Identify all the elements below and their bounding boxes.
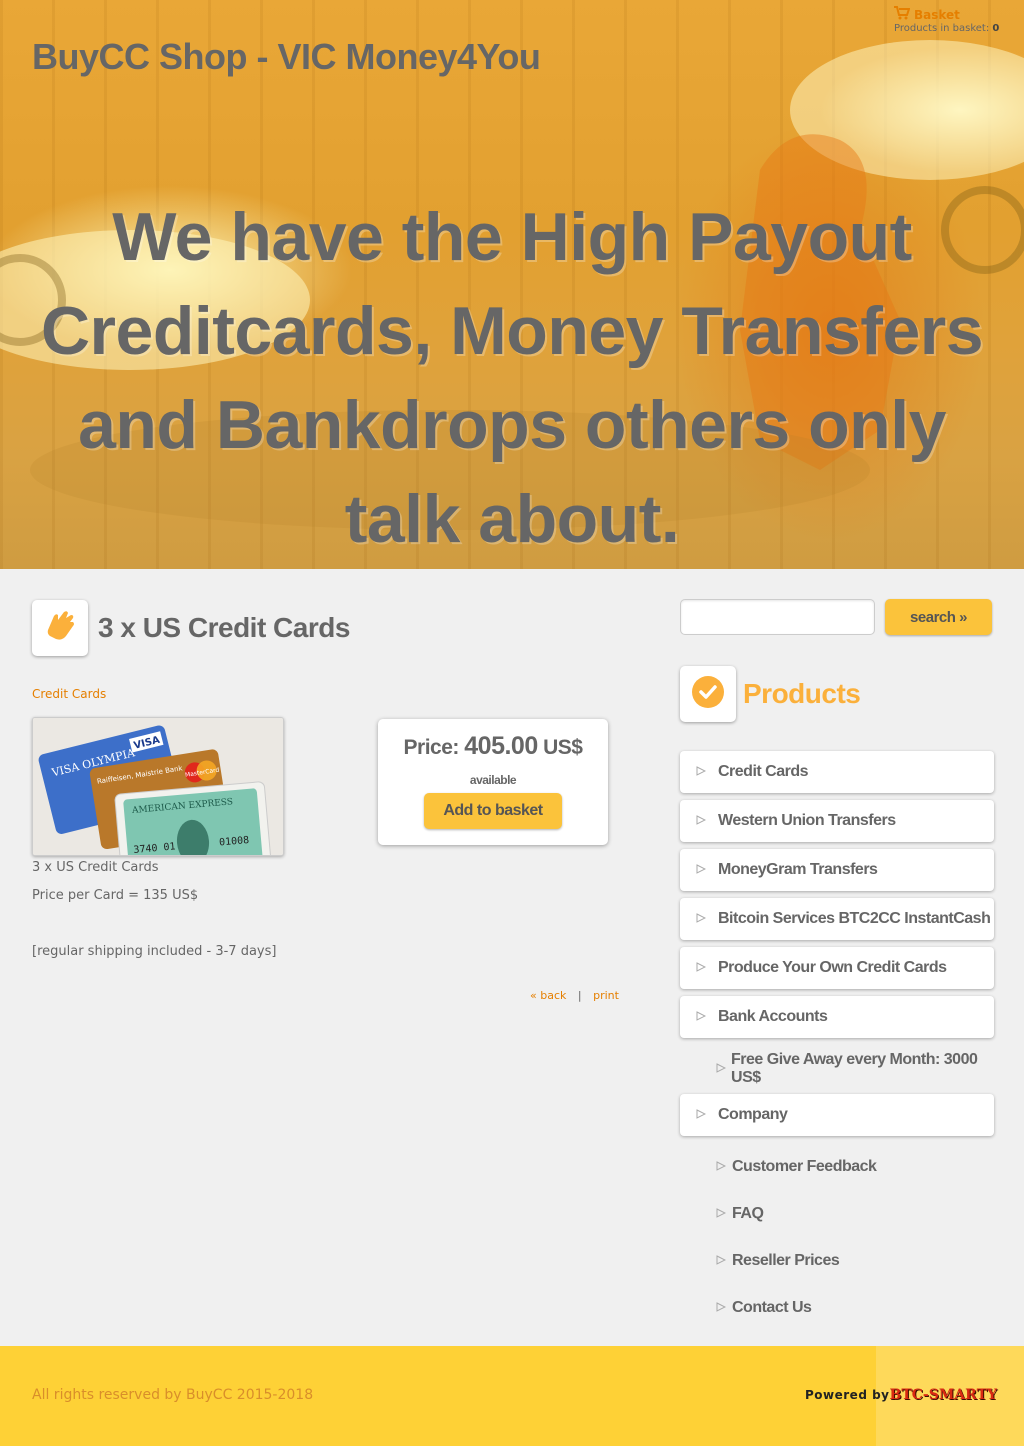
products-title: Products: [743, 678, 861, 709]
nav-item-label: Free Give Away every Month: 3000 US$: [731, 1050, 978, 1086]
flag-arrow-icon: [696, 812, 718, 830]
nav-item-produce-cards[interactable]: Produce Your Own Credit Cards: [680, 947, 994, 989]
cart-icon: [894, 6, 911, 23]
nav-item-bank-accounts[interactable]: Bank Accounts: [680, 996, 994, 1038]
price-value: 405.00: [464, 732, 538, 760]
nav-item-label: Reseller Prices: [732, 1251, 840, 1269]
flag-arrow-icon: [716, 1252, 732, 1270]
nav-item-label: Contact Us: [732, 1298, 812, 1316]
search-button[interactable]: search »: [885, 599, 992, 635]
basket-count: 0: [992, 23, 1000, 34]
nav-item-label: Bank Accounts: [718, 1008, 828, 1025]
powered-by-label: Powered by: [805, 1388, 890, 1402]
hero-headline: We have the High Payout Creditcards, Mon…: [40, 199, 984, 557]
nav-item-label: Customer Feedback: [732, 1157, 877, 1175]
product-price-per-card: Price per Card = 135 US$: [32, 888, 199, 903]
copyright-text: All rights reserved by BuyCC 2015-2018: [32, 1387, 314, 1403]
basket-link[interactable]: Basket: [894, 6, 1019, 23]
back-print-links: « back | print: [530, 989, 619, 1002]
flag-arrow-icon: [716, 1205, 732, 1223]
nav-item-label: Western Union Transfers: [718, 812, 896, 829]
product-description-name: 3 x US Credit Cards: [32, 860, 159, 875]
header-banner: BuyCC Shop - VIC Money4You We have the H…: [0, 0, 1024, 569]
basket-label: Basket: [914, 7, 960, 22]
product-nav: Credit Cards Western Union Transfers Mon…: [680, 751, 994, 1331]
nav-item-western-union[interactable]: Western Union Transfers: [680, 800, 994, 842]
flag-arrow-icon: [696, 1106, 718, 1124]
nav-subitem-free-give-away[interactable]: Free Give Away every Month: 3000 US$: [680, 1045, 994, 1092]
basket-widget: Basket Products in basket: 0: [894, 6, 1019, 34]
nav-subitem-faq[interactable]: FAQ: [680, 1190, 994, 1237]
flag-arrow-icon: [716, 1299, 732, 1317]
powered-by-badge[interactable]: Powered byBTC-SMARTY: [805, 1384, 997, 1403]
price-currency: US$: [543, 736, 583, 759]
price-box: Price: 405.00 US$ available Add to baske…: [378, 719, 608, 845]
search-input[interactable]: [680, 599, 875, 635]
availability-status: available: [469, 773, 517, 787]
powered-by-brand: BTC-SMARTY: [889, 1387, 997, 1403]
price-label: Price:: [403, 736, 460, 759]
flag-arrow-icon: [716, 1158, 732, 1176]
checkmark-icon: [691, 675, 725, 713]
nav-item-label: FAQ: [732, 1204, 764, 1222]
nav-item-credit-cards[interactable]: Credit Cards: [680, 751, 994, 793]
nav-item-label: MoneyGram Transfers: [718, 861, 878, 878]
products-heading: Products: [680, 666, 861, 722]
site-title[interactable]: BuyCC Shop - VIC Money4You: [32, 36, 541, 78]
nav-item-company[interactable]: Company: [680, 1094, 994, 1136]
flag-arrow-icon: [696, 910, 718, 928]
product-row: VISA OLYMPIA VISA Raiffeisen, Maistrie B…: [32, 717, 608, 857]
nav-item-bitcoin-services[interactable]: Bitcoin Services BTC2CC InstantCash: [680, 898, 994, 940]
product-image[interactable]: VISA OLYMPIA VISA Raiffeisen, Maistrie B…: [32, 717, 284, 856]
nav-subitem-contact-us[interactable]: Contact Us: [680, 1284, 994, 1331]
nav-item-label: Credit Cards: [718, 763, 809, 780]
link-separator: |: [577, 989, 582, 1002]
basket-count-text: Products in basket: 0: [894, 23, 1019, 34]
flag-arrow-icon: [716, 1060, 731, 1078]
main-content: 3 x US Credit Cards Credit Cards VISA OL…: [32, 599, 619, 1002]
page-title: 3 x US Credit Cards: [98, 612, 350, 643]
flag-arrow-icon: [696, 959, 718, 977]
back-link[interactable]: « back: [530, 989, 566, 1002]
nav-subitem-reseller-prices[interactable]: Reseller Prices: [680, 1237, 994, 1284]
nav-item-label: Produce Your Own Credit Cards: [718, 959, 947, 976]
nav-item-moneygram[interactable]: MoneyGram Transfers: [680, 849, 994, 891]
nav-item-label: Company: [718, 1106, 788, 1123]
flag-arrow-icon: [696, 763, 718, 781]
flag-arrow-icon: [696, 861, 718, 879]
flag-arrow-icon: [696, 1008, 718, 1026]
page-heading: 3 x US Credit Cards: [32, 599, 608, 657]
price-line: Price: 405.00 US$: [378, 732, 608, 761]
category-breadcrumb-link[interactable]: Credit Cards: [32, 687, 608, 701]
basket-count-label: Products in basket:: [894, 23, 990, 34]
footer: All rights reserved by BuyCC 2015-2018 P…: [0, 1346, 1024, 1446]
hand-icon: [42, 608, 78, 648]
nav-subitem-customer-feedback[interactable]: Customer Feedback: [680, 1143, 994, 1190]
products-icon-tile: [680, 666, 736, 722]
add-to-basket-button[interactable]: Add to basket: [424, 793, 562, 829]
product-shipping-note: [regular shipping included - 3-7 days]: [32, 944, 277, 959]
print-link[interactable]: print: [593, 989, 619, 1002]
nav-item-label: Bitcoin Services BTC2CC InstantCash: [718, 910, 991, 927]
page-icon-tile: [32, 600, 88, 656]
